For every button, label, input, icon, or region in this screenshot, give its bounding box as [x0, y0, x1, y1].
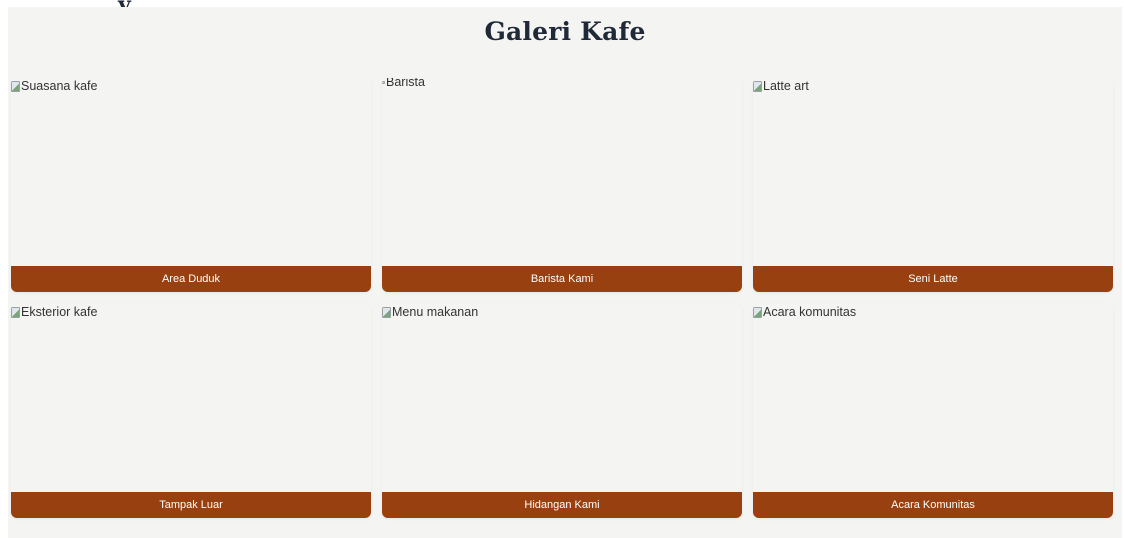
- gallery-title: Galeri Kafe: [484, 17, 646, 46]
- broken-image-icon: [11, 80, 20, 92]
- gallery-image: Barista: [382, 78, 742, 265]
- image-alt-text: Barista: [386, 78, 425, 89]
- gallery-image: Acara komunitas: [753, 304, 1113, 491]
- broken-image-icon: [11, 306, 20, 318]
- gallery-caption: Acara Komunitas: [753, 492, 1113, 518]
- gallery-card[interactable]: Barista Barista Kami: [382, 78, 742, 292]
- image-alt-text: Suasana kafe: [21, 79, 98, 93]
- cafe-gallery: Galeri Kafe Suasana kafe Area Duduk Bari…: [8, 7, 1122, 538]
- image-alt-text: Eksterior kafe: [21, 305, 98, 319]
- broken-image-icon: [753, 80, 762, 92]
- gallery-caption: Area Duduk: [11, 266, 371, 292]
- broken-image-icon: [382, 306, 391, 318]
- gallery-caption: Barista Kami: [382, 266, 742, 292]
- broken-image-icon: [753, 306, 762, 318]
- gallery-card[interactable]: Acara komunitas Acara Komunitas: [753, 304, 1113, 518]
- gallery-caption: Tampak Luar: [11, 492, 371, 518]
- gallery-card[interactable]: Latte art Seni Latte: [753, 78, 1113, 292]
- gallery-image: Eksterior kafe: [11, 304, 371, 491]
- gallery-card[interactable]: Suasana kafe Area Duduk: [11, 78, 371, 292]
- gallery-image: Menu makanan: [382, 304, 742, 491]
- gallery-image: Suasana kafe: [11, 78, 371, 265]
- gallery-caption: Seni Latte: [753, 266, 1113, 292]
- gallery-image: Latte art: [753, 78, 1113, 265]
- image-alt-text: Acara komunitas: [763, 305, 857, 319]
- gallery-card[interactable]: Menu makanan Hidangan Kami: [382, 304, 742, 518]
- gallery-caption: Hidangan Kami: [382, 492, 742, 518]
- broken-image-icon: [382, 80, 385, 84]
- gallery-card[interactable]: Eksterior kafe Tampak Luar: [11, 304, 371, 518]
- image-alt-text: Menu makanan: [392, 305, 479, 319]
- image-alt-text: Latte art: [763, 79, 809, 93]
